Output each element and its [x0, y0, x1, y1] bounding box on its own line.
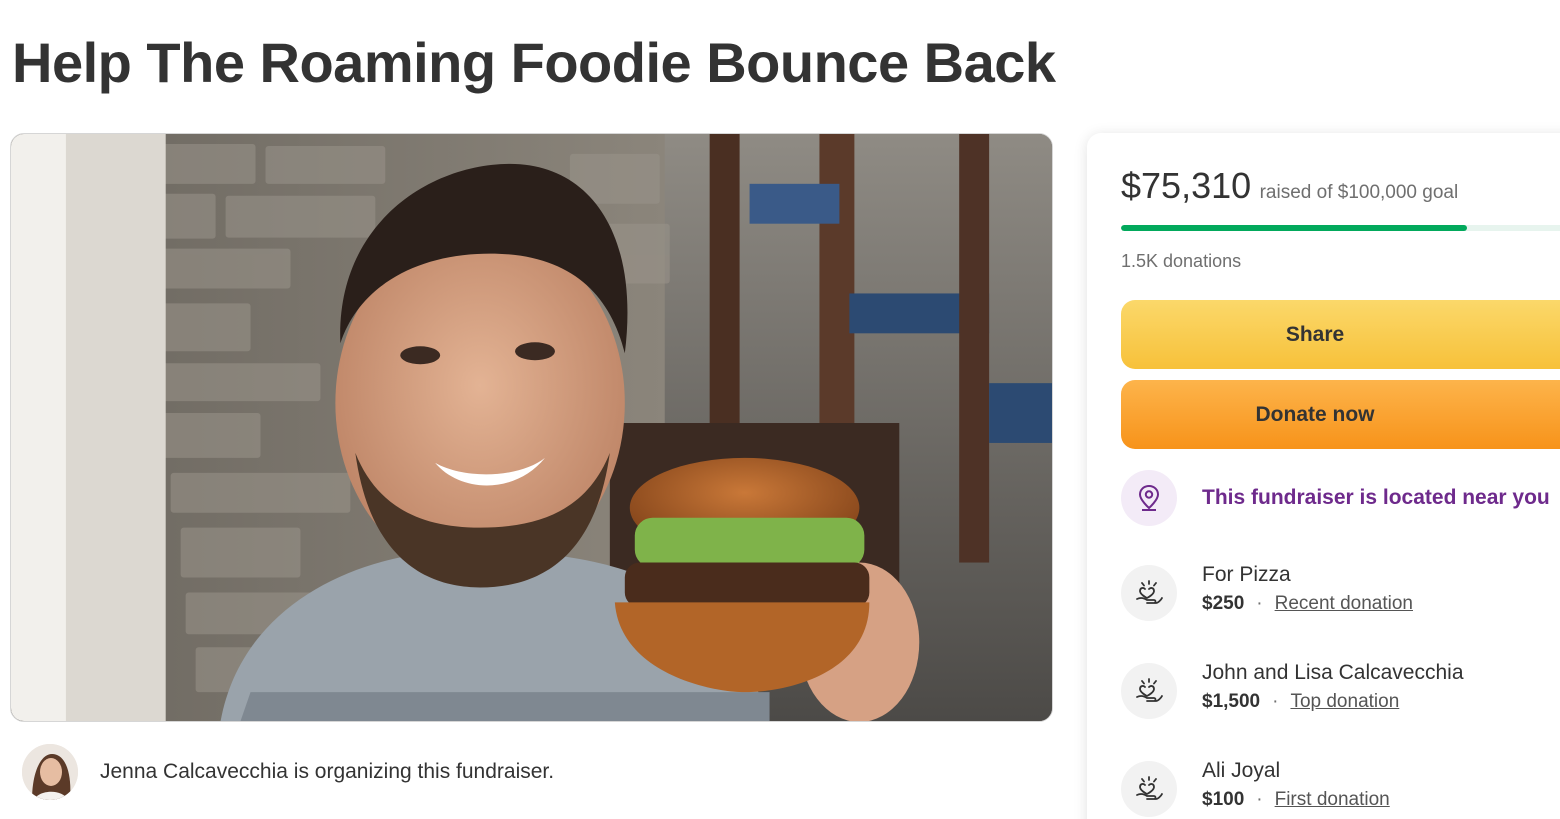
donor-name: John and Lisa Calcavecchia	[1202, 661, 1464, 684]
raised-amount: $75,310	[1121, 165, 1252, 206]
donation-tag-link[interactable]: Recent donation	[1275, 593, 1413, 614]
location-text: This fundraiser is located near you	[1202, 486, 1550, 509]
donate-button-label: Donate now	[1255, 402, 1375, 426]
location-notice: This fundraiser is located near you	[1121, 470, 1550, 526]
heart-hand-icon	[1121, 565, 1177, 621]
organizer-avatar[interactable]	[22, 744, 78, 800]
page-title: Help The Roaming Foodie Bounce Back	[12, 31, 1056, 94]
heart-hand-icon	[1121, 663, 1177, 719]
donation-item: Ali Joyal $100 · First donation	[1121, 759, 1390, 817]
campaign-hero-image	[10, 133, 1053, 722]
share-button-label: Share	[1285, 322, 1345, 346]
separator-dot: ·	[1272, 691, 1279, 712]
donations-count: 1.5K donations	[1121, 251, 1242, 271]
donation-item: For Pizza $250 · Recent donation	[1121, 563, 1413, 621]
heart-hand-icon	[1121, 761, 1177, 817]
donor-name: Ali Joyal	[1202, 759, 1281, 782]
separator-dot: ·	[1256, 593, 1263, 614]
donation-tag-link[interactable]: Top donation	[1290, 691, 1399, 712]
organizer-row: Jenna Calcavecchia is organizing this fu…	[22, 744, 554, 800]
donation-amount: $1,500	[1202, 691, 1261, 712]
share-button[interactable]: Share	[1121, 300, 1560, 369]
donor-name: For Pizza	[1202, 563, 1291, 586]
donation-amount: $250	[1202, 593, 1245, 614]
organizer-text: Jenna Calcavecchia is organizing this fu…	[100, 760, 555, 783]
progress-bar	[1121, 225, 1560, 231]
donation-tag-link[interactable]: First donation	[1275, 789, 1390, 810]
donation-amount: $100	[1202, 789, 1245, 810]
donation-item: John and Lisa Calcavecchia $1,500 · Top do…	[1121, 661, 1464, 719]
raised-summary: $75,310 raised of $100,000 goal	[1121, 165, 1458, 207]
donate-now-button[interactable]: Donate now	[1121, 380, 1560, 449]
map-pin-icon	[1121, 470, 1177, 526]
goal-text: raised of $100,000 goal	[1259, 182, 1459, 203]
separator-dot: ·	[1256, 789, 1263, 810]
donation-sidebar: $75,310 raised of $100,000 goal 1.5K don…	[1087, 133, 1560, 819]
progress-fill	[1121, 225, 1468, 231]
